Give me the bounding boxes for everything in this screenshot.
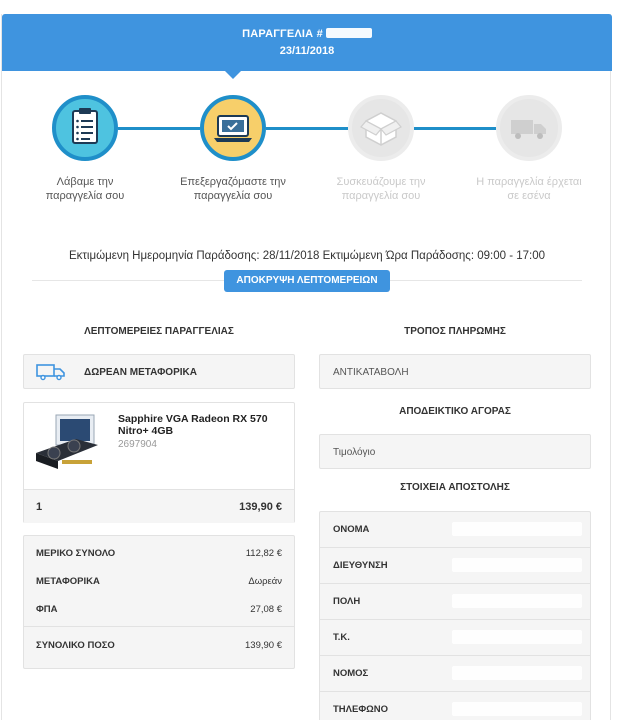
product-price: 139,90 €: [239, 501, 282, 513]
graphics-card-image[interactable]: [32, 413, 102, 479]
progress-line-2: [266, 127, 348, 130]
order-header: ΠΑΡΑΓΓΕΛΙΑ # 23/11/2018: [2, 14, 612, 71]
redacted-value: [452, 594, 582, 608]
payment-method-value: ΑΝΤΙΚΑΤΑΒΟΛΗ: [333, 367, 409, 378]
order-card: ΠΑΡΑΓΓΕΛΙΑ # 23/11/2018 Λάβαμε την παραγγ…: [1, 14, 612, 720]
product-item: Sapphire VGA Radeon RX 570 Nitro+ 4GB 26…: [23, 402, 295, 523]
free-shipping-label: ΔΩΡΕΑΝ ΜΕΤΑΦΟΡΙΚΑ: [84, 367, 197, 378]
step-packing-label: Συσκευάζουμε την παραγγελία σου: [336, 176, 426, 202]
header-pointer: [224, 70, 242, 79]
product-qty-row: 1 139,90 €: [24, 489, 294, 523]
progress-line-3: [414, 127, 496, 130]
redacted-value: [452, 630, 582, 644]
redacted-value: [452, 702, 582, 716]
shipping-row-name: ΟΝΟΜΑ: [320, 512, 590, 548]
product-quantity: 1: [36, 501, 43, 513]
shipping-row-address: ΔΙΕΥΘΥΝΣΗ: [320, 548, 590, 584]
product-name[interactable]: Sapphire VGA Radeon RX 570 Nitro+ 4GB: [118, 413, 268, 437]
order-date: 23/11/2018: [279, 45, 335, 57]
receipt-title: ΑΠΟΔΕΙΚΤΙΚΟ ΑΓΟΡΑΣ: [399, 406, 511, 417]
summary-divider: [24, 626, 294, 627]
receipt-box: Τιμολόγιο: [319, 434, 591, 469]
shipping-details-title: ΣΤΟΙΧΕΙΑ ΑΠΟΣΤΟΛΗΣ: [400, 482, 510, 493]
step-delivering-label: Η παραγγελία έρχεται σε εσένα: [476, 176, 582, 202]
clipboard-icon: [72, 108, 98, 144]
estimated-delivery: Εκτιμώμενη Ημερομηνία Παράδοσης: 28/11/2…: [68, 250, 546, 262]
truck-icon: [36, 364, 65, 381]
box-icon: [360, 112, 402, 146]
summary-shipping: ΜΕΤΑΦΟΡΙΚΑ Δωρεάν: [36, 576, 282, 587]
payment-method-title: ΤΡΟΠΟΣ ΠΛΗΡΩΜΗΣ: [404, 326, 506, 337]
redacted-value: [452, 558, 582, 572]
order-label: ΠΑΡΑΓΓΕΛΙΑ #: [242, 28, 323, 40]
redacted-value: [452, 522, 582, 536]
step-delivering: [496, 95, 562, 161]
truck-icon: [511, 120, 546, 139]
order-details-title: ΛΕΠΤΟΜΕΡΕΙΕΣ ΠΑΡΑΓΓΕΛΙΑΣ: [84, 326, 234, 337]
summary-total: ΣΥΝΟΛΙΚΟ ΠΟΣΟ 139,90 €: [36, 640, 282, 651]
step-processing: [200, 95, 266, 161]
step-processing-label: Επεξεργαζόμαστε την παραγγελία σου: [180, 176, 286, 202]
step-packing: [348, 95, 414, 161]
redacted-value: [452, 666, 582, 680]
product-code: 2697904: [118, 439, 157, 450]
order-number: ΠΑΡΑΓΓΕΛΙΑ #: [2, 28, 612, 40]
summary-vat: ΦΠΑ 27,08 €: [36, 604, 282, 615]
shipping-row-zip: Τ.Κ.: [320, 620, 590, 656]
shipping-row-region: ΝΟΜΟΣ: [320, 656, 590, 692]
laptop-icon: [214, 115, 252, 142]
step-received-label: Λάβαμε την παραγγελία σου: [45, 176, 125, 202]
progress-line-1: [118, 127, 200, 130]
free-shipping-badge: ΔΩΡΕΑΝ ΜΕΤΑΦΟΡΙΚΑ: [23, 354, 295, 389]
shipping-details: ΟΝΟΜΑ ΔΙΕΥΘΥΝΣΗ ΠΟΛΗ Τ.Κ. ΝΟΜΟΣ ΤΗΛΕΦΩΝΟ: [319, 511, 591, 720]
shipping-row-phone: ΤΗΛΕΦΩΝΟ: [320, 692, 590, 720]
receipt-value: Τιμολόγιο: [333, 447, 376, 458]
payment-method-box: ΑΝΤΙΚΑΤΑΒΟΛΗ: [319, 354, 591, 389]
summary-subtotal: ΜΕΡΙΚΟ ΣΥΝΟΛΟ 112,82 €: [36, 548, 282, 559]
hide-details-button[interactable]: ΑΠΟΚΡΥΨΗ ΛΕΠΤΟΜΕΡΕΙΩΝ: [224, 270, 390, 292]
order-summary: ΜΕΡΙΚΟ ΣΥΝΟΛΟ 112,82 € ΜΕΤΑΦΟΡΙΚΑ Δωρεάν Φ…: [23, 535, 295, 669]
step-received: [52, 95, 118, 161]
shipping-row-city: ΠΟΛΗ: [320, 584, 590, 620]
order-number-redacted: [325, 28, 372, 38]
